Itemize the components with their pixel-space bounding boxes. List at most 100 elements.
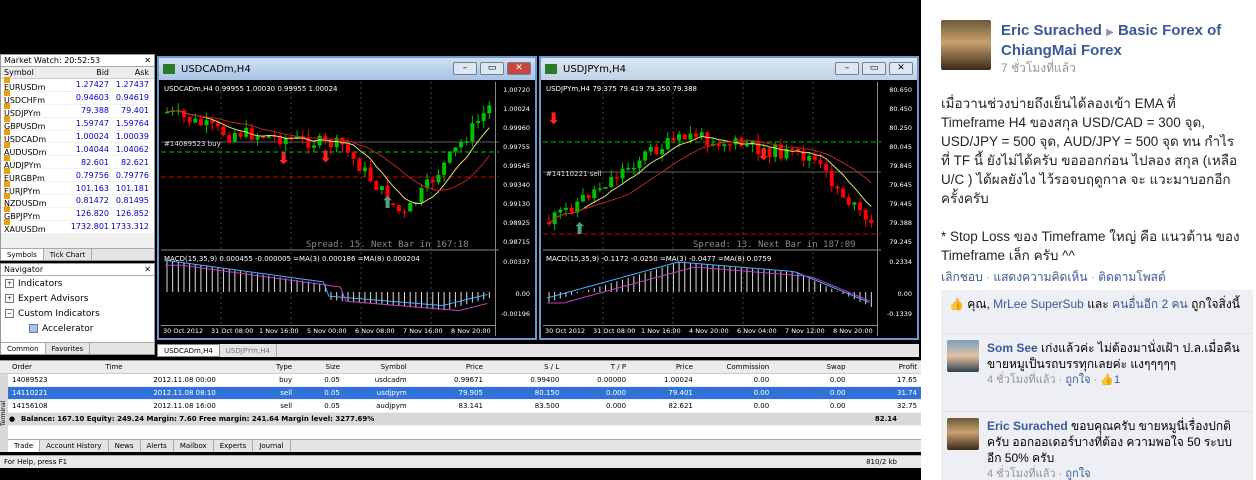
unlike-link[interactable]: เลิกชอบ [941, 270, 983, 284]
comment-link[interactable]: แสดงความคิดเห็น [993, 270, 1087, 284]
candle [660, 149, 665, 155]
author-link[interactable]: Eric Surached [1001, 22, 1102, 39]
order-cell: 14089523 [12, 376, 48, 384]
candle [430, 179, 435, 183]
column-header[interactable]: S / L [487, 363, 563, 371]
ask-cell: 0.79776 [115, 170, 149, 180]
nav-indicators[interactable]: + Indicators [1, 276, 154, 291]
comment-like-link[interactable]: ถูกใจ [1065, 468, 1090, 480]
column-header[interactable]: Price [630, 363, 697, 371]
collapse-icon[interactable]: − [5, 309, 14, 318]
order-cell: 83.500 [534, 402, 560, 410]
market-watch-panel: Market Watch: 20:52:53 ✕ Symbol Bid Ask … [0, 54, 155, 261]
terminal-tab[interactable]: Trade [8, 440, 41, 452]
navigator-tree: + Indicators + Expert Advisors − Custom Ind… [1, 276, 154, 342]
price-tick: 79.245 [889, 238, 912, 246]
macd-label: MACD(15,35,9) 0.000455 -0.000005 =MA(3) … [164, 255, 420, 263]
like-count-icon[interactable]: 👍 [1100, 374, 1114, 386]
chart-window-usdcad[interactable]: USDCADm,H4 – ▭ ✕ ⬇ ⬇ ⬆ USDCADm,H4 0.99955 … [157, 56, 537, 340]
column-header[interactable]: Commission [697, 363, 773, 371]
comment-author[interactable]: Som See [987, 341, 1038, 355]
candle [824, 163, 829, 171]
navigator-tabs: Common Favorites [1, 342, 154, 354]
col-symbol[interactable]: Symbol [1, 68, 67, 77]
post-time[interactable]: 7 ชั่วโมงที่แล้ว [1001, 59, 1076, 78]
others-link[interactable]: คนอื่นอีก 2 คน [1112, 297, 1188, 311]
column-header[interactable]: Order [0, 363, 105, 371]
date-tick: 7 Nov 16:00 [403, 327, 443, 335]
chart-window-usdjpy[interactable]: USDJPYm,H4 – ▭ ✕ ⬇ ⬇ ⬆ USDJPYm,H4 79.375 7… [539, 56, 919, 340]
candle [362, 167, 367, 172]
column-header[interactable]: Swap [773, 363, 849, 371]
liker-link[interactable]: MrLee SuperSub [993, 297, 1084, 311]
chart-info: USDCADm,H4 0.99955 1.00030 0.99955 1.000… [164, 85, 338, 93]
order-cell: 0.000 [606, 389, 627, 397]
author-avatar[interactable] [941, 20, 991, 70]
comment: Som See เก่งแล้วค่ะ ไม่ต้องมานั่งเฝ้า ป.… [941, 334, 1253, 412]
column-header[interactable]: Time [105, 363, 219, 371]
tab-favorites[interactable]: Favorites [46, 343, 91, 354]
maximize-icon[interactable]: ▭ [480, 62, 504, 75]
avatar[interactable] [947, 418, 979, 450]
col-ask[interactable]: Ask [109, 68, 152, 77]
avatar[interactable] [947, 340, 979, 372]
close-icon[interactable]: ✕ [889, 62, 913, 75]
tab-tick-chart[interactable]: Tick Chart [44, 249, 93, 260]
balance-row: ● Balance: 167.10 Equity: 249.24 Margin:… [0, 413, 921, 426]
market-watch-row[interactable]: XAUUSDm 1732.801 1733.312 [1, 219, 154, 234]
price-chart-usdcad[interactable]: ⬇ ⬇ ⬆ USDCADm,H4 0.99955 1.00030 0.99955 1… [161, 82, 533, 336]
column-header[interactable]: Type [220, 363, 296, 371]
ask-cell: 1.04062 [115, 144, 149, 154]
column-header[interactable]: Symbol [344, 363, 411, 371]
terminal-tab[interactable]: Mailbox [174, 440, 214, 452]
tab-chart-usdjpy[interactable]: USDJPYm,H4 [220, 344, 277, 357]
column-header[interactable]: Profit [850, 363, 921, 371]
likes-and: และ [1083, 297, 1113, 311]
chart-canvas: ⬇ ⬇ ⬆ [543, 82, 881, 336]
candle [368, 167, 373, 182]
terminal-tab[interactable]: Alerts [141, 440, 174, 452]
follow-post-link[interactable]: ติดตามโพสต์ [1098, 270, 1166, 284]
terminal-tab[interactable]: Journal [253, 440, 291, 452]
column-header[interactable]: Size [296, 363, 344, 371]
close-icon[interactable]: ✕ [144, 56, 151, 65]
price-tick: 0.98925 [503, 219, 530, 227]
close-icon[interactable]: ✕ [507, 62, 531, 75]
tab-common[interactable]: Common [1, 343, 46, 354]
terminal-tab[interactable]: Experts [214, 440, 254, 452]
maximize-icon[interactable]: ▭ [862, 62, 886, 75]
minimize-icon[interactable]: – [453, 62, 477, 75]
candle [255, 136, 260, 140]
minimize-icon[interactable]: – [835, 62, 859, 75]
comment-like-link[interactable]: ถูกใจ [1065, 374, 1090, 386]
nav-custom-indicators[interactable]: − Custom Indicators [1, 306, 154, 321]
expand-icon[interactable]: + [5, 279, 14, 288]
comment-time[interactable]: 4 ชั่วโมงที่แล้ว [987, 374, 1056, 386]
order-row[interactable]: 14089523 2012.11.08 00:00 buy 0.05 usdcadm 0.… [0, 374, 921, 387]
comment-time[interactable]: 4 ชั่วโมงที่แล้ว [987, 468, 1056, 480]
order-cell: 82.621 [668, 402, 693, 410]
column-header[interactable]: T / P [563, 363, 630, 371]
order-cell: 32.75 [897, 402, 918, 410]
comment-meta: 4 ชั่วโมงที่แล้ว · ถูกใจ · 👍1 [987, 374, 1121, 386]
comment-author[interactable]: Eric Surached [987, 419, 1068, 433]
price-chart-usdjpy[interactable]: ⬇ ⬇ ⬆ USDJPYm,H4 79.375 79.419 79.350 79.3… [543, 82, 915, 336]
expand-icon[interactable]: + [5, 294, 14, 303]
order-row[interactable]: 14156108 2012.11.08 16:00 sell 0.05 audjpym 8… [0, 400, 921, 413]
comment-like-count[interactable]: 1 [1114, 374, 1120, 386]
tab-chart-usdcad[interactable]: USDCADm,H4 [157, 344, 220, 357]
column-header[interactable]: Price [411, 363, 487, 371]
nav-expert-advisors[interactable]: + Expert Advisors [1, 291, 154, 306]
candle [470, 123, 475, 142]
terminal-tab[interactable]: News [109, 440, 141, 452]
candle [357, 158, 362, 172]
order-cell: 17.65 [897, 376, 918, 384]
col-bid[interactable]: Bid [67, 68, 109, 77]
terminal-tab[interactable]: Account History [40, 440, 109, 452]
tab-symbols[interactable]: Symbols [1, 249, 44, 260]
order-row[interactable]: 14110221 2012.11.08 08:10 sell 0.05 usdjpym 7… [0, 387, 921, 400]
status-help: For Help, press F1 [4, 458, 68, 466]
candle [586, 194, 591, 199]
nav-accelerator[interactable]: Accelerator [1, 321, 154, 336]
close-icon[interactable]: ✕ [144, 265, 151, 274]
